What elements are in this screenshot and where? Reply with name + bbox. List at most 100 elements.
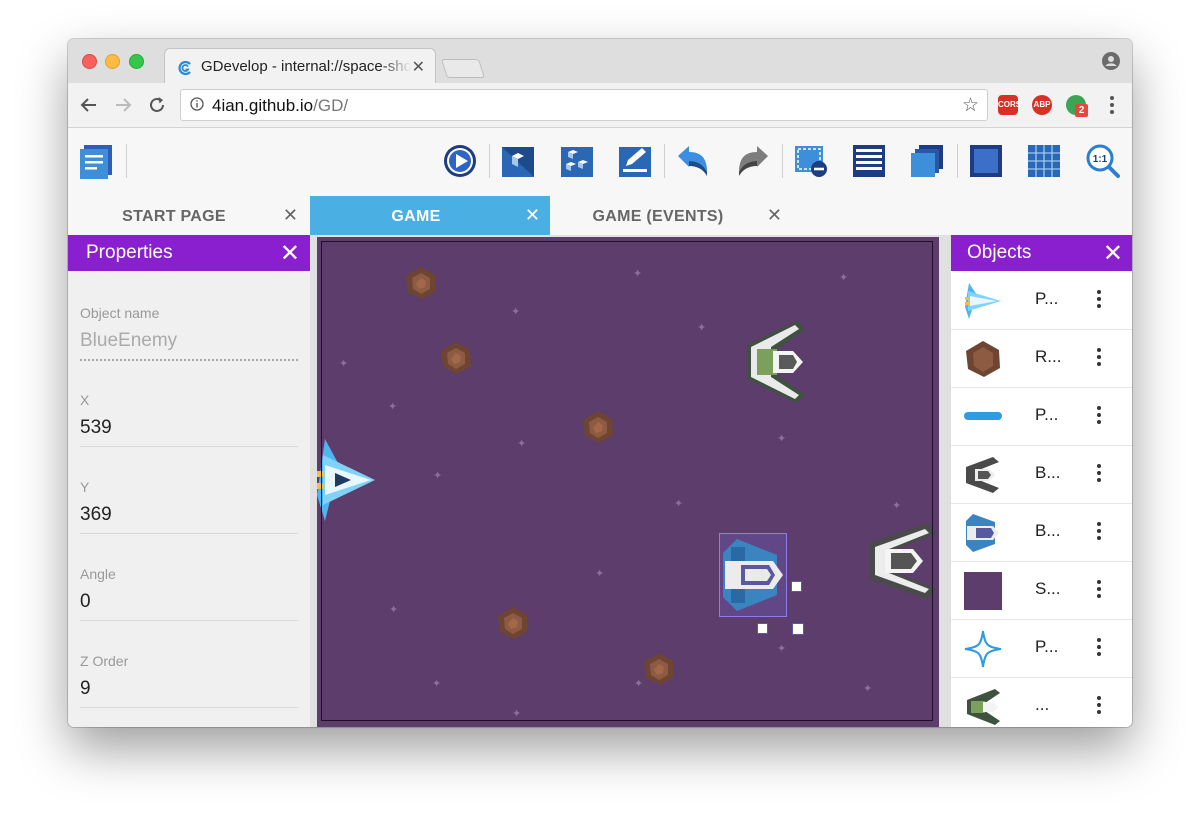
- back-arrow-icon[interactable]: [78, 94, 100, 116]
- green-enemy-icon: [967, 689, 1000, 725]
- info-icon[interactable]: [190, 97, 204, 111]
- rock-sprite[interactable]: [438, 340, 474, 376]
- browser-tab-bar: GDevelop - internal://space-shooter ✕: [68, 39, 1132, 85]
- browser-tab[interactable]: GDevelop - internal://space-shooter ✕: [164, 48, 436, 85]
- resize-handle[interactable]: [791, 581, 802, 592]
- close-tab-icon[interactable]: ✕: [283, 205, 298, 226]
- add-object-icon[interactable]: [499, 142, 537, 180]
- close-panel-icon[interactable]: ✕: [280, 239, 300, 268]
- edit-layers-icon[interactable]: [616, 142, 654, 180]
- resize-handle[interactable]: [757, 623, 768, 634]
- object-name: B...: [1035, 521, 1061, 540]
- object-list-item[interactable]: B...: [951, 503, 1132, 562]
- object-list-item[interactable]: ...: [951, 677, 1132, 727]
- tab-game[interactable]: GAME ✕: [310, 196, 550, 235]
- green-enemy-sprite[interactable]: [737, 319, 809, 405]
- tab-label: GAME (EVENTS): [592, 208, 724, 225]
- object-name-field: Object name BlueEnemy: [80, 305, 298, 361]
- particle-star-icon: [964, 630, 1002, 668]
- black-enemy-sprite[interactable]: [863, 521, 939, 601]
- preview-play-icon[interactable]: [441, 142, 479, 180]
- object-list-item[interactable]: P...: [951, 271, 1132, 330]
- delete-instance-icon[interactable]: [792, 142, 830, 180]
- black-enemy-icon: [966, 457, 999, 493]
- angle-field[interactable]: Angle 0: [80, 566, 298, 621]
- x-field[interactable]: X 539: [80, 392, 298, 447]
- zoom-reset-icon[interactable]: 1:1: [1084, 142, 1122, 180]
- game-scene[interactable]: ✦ ✦ ✦ ✦ ✦ ✦ ✦ ✦ ✦ ✦ ✦ ✦ ✦ ✦ ✦ ✦ ✦ ✦: [317, 237, 939, 727]
- background-star: ✦: [839, 272, 849, 284]
- background-star: ✦: [863, 683, 873, 695]
- space-background-icon: [964, 572, 1002, 610]
- object-list-item[interactable]: S...: [951, 561, 1132, 620]
- rock-icon: [966, 341, 1000, 377]
- close-tab-icon[interactable]: ✕: [767, 205, 782, 226]
- x-input[interactable]: 539: [80, 417, 298, 447]
- player-ship-sprite[interactable]: [317, 435, 379, 525]
- browser-window: GDevelop - internal://space-shooter ✕: [68, 39, 1132, 727]
- minimize-window-button[interactable]: [105, 54, 120, 69]
- more-options-icon[interactable]: [1097, 406, 1101, 427]
- field-label: Object name: [80, 305, 160, 321]
- tab-start-page[interactable]: START PAGE ✕: [68, 196, 308, 235]
- more-options-icon[interactable]: [1097, 580, 1101, 601]
- object-list-item[interactable]: R...: [951, 329, 1132, 388]
- more-options-icon[interactable]: [1097, 464, 1101, 485]
- scene-editor-canvas[interactable]: ✦ ✦ ✦ ✦ ✦ ✦ ✦ ✦ ✦ ✦ ✦ ✦ ✦ ✦ ✦ ✦ ✦ ✦: [310, 235, 950, 727]
- rock-sprite[interactable]: [495, 605, 531, 641]
- browser-tab-title: GDevelop - internal://space-shooter: [201, 58, 411, 75]
- bookmark-star-icon[interactable]: ☆: [962, 94, 979, 117]
- browser-menu-icon[interactable]: [1110, 96, 1114, 117]
- instances-list-icon[interactable]: [558, 142, 596, 180]
- object-name: S...: [1035, 579, 1061, 598]
- blue-enemy-icon: [966, 514, 999, 552]
- y-input[interactable]: 369: [80, 504, 298, 534]
- forward-arrow-icon[interactable]: [112, 94, 134, 116]
- reload-icon[interactable]: [146, 94, 168, 116]
- undo-icon[interactable]: [675, 142, 713, 180]
- background-star: ✦: [511, 306, 521, 318]
- rock-sprite[interactable]: [403, 265, 439, 301]
- z-order-field[interactable]: Z Order 9: [80, 653, 298, 708]
- window-mask-icon[interactable]: [967, 142, 1005, 180]
- angle-input[interactable]: 0: [80, 591, 298, 621]
- grid-icon[interactable]: [1025, 142, 1063, 180]
- properties-panel-icon[interactable]: [850, 142, 888, 180]
- extension-badge-icon[interactable]: 2: [1066, 95, 1088, 117]
- new-tab-button[interactable]: [440, 59, 486, 78]
- object-list-item[interactable]: P...: [951, 387, 1132, 446]
- address-bar[interactable]: 4ian.github.io/GD/ ☆: [180, 89, 988, 121]
- more-options-icon[interactable]: [1097, 290, 1101, 311]
- account-icon[interactable]: [1102, 52, 1120, 70]
- address-toolbar: 4ian.github.io/GD/ ☆ CORS ABP 2: [68, 83, 1132, 128]
- project-manager-icon[interactable]: [78, 142, 116, 180]
- blue-enemy-sprite[interactable]: [717, 537, 789, 613]
- close-tab-icon[interactable]: ✕: [412, 57, 425, 77]
- rock-sprite[interactable]: [580, 409, 616, 445]
- close-tab-icon[interactable]: ✕: [525, 205, 540, 226]
- tab-label: START PAGE: [122, 208, 226, 225]
- close-panel-icon[interactable]: ✕: [1103, 239, 1123, 268]
- z-order-input[interactable]: 9: [80, 678, 298, 708]
- more-options-icon[interactable]: [1097, 348, 1101, 369]
- adblock-plus-icon[interactable]: ABP: [1032, 95, 1052, 115]
- cors-extension-icon[interactable]: CORS: [998, 95, 1021, 115]
- close-window-button[interactable]: [82, 54, 97, 69]
- maximize-window-button[interactable]: [129, 54, 144, 69]
- tab-label: GAME: [391, 208, 441, 225]
- object-list-item[interactable]: P...: [951, 619, 1132, 678]
- more-options-icon[interactable]: [1097, 522, 1101, 543]
- rock-sprite[interactable]: [641, 651, 677, 687]
- url-host: 4ian.github.io: [212, 96, 314, 115]
- object-list-item[interactable]: B...: [951, 445, 1132, 504]
- background-star: ✦: [674, 498, 684, 510]
- redo-icon[interactable]: [733, 142, 771, 180]
- tab-game-events[interactable]: GAME (EVENTS) ✕: [552, 196, 792, 235]
- more-options-icon[interactable]: [1097, 638, 1101, 659]
- object-name: P...: [1035, 289, 1059, 308]
- resize-handle[interactable]: [792, 623, 804, 635]
- y-field[interactable]: Y 369: [80, 479, 298, 534]
- layers-icon[interactable]: [908, 142, 946, 180]
- background-star: ✦: [512, 708, 522, 720]
- more-options-icon[interactable]: [1097, 696, 1101, 717]
